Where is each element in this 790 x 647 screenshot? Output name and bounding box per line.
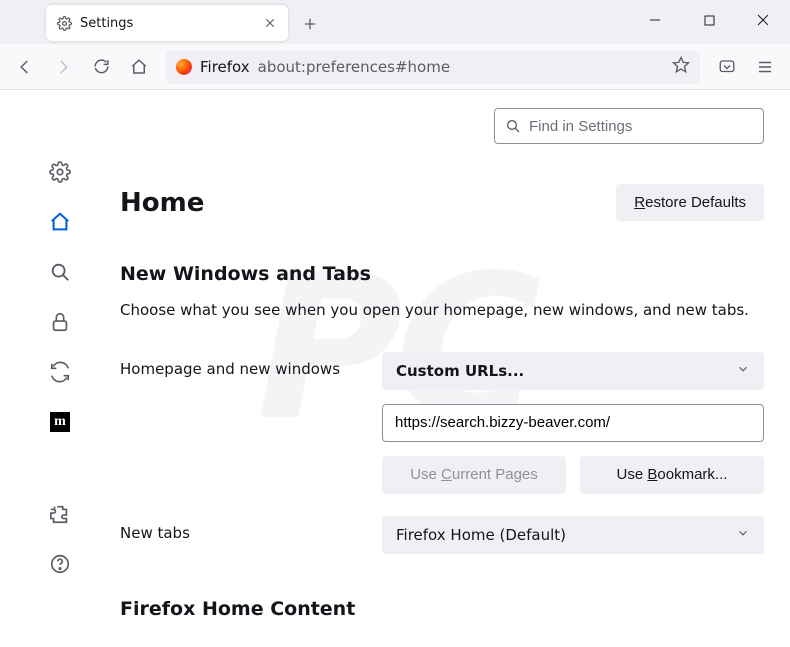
new-tabs-select[interactable]: Firefox Home (Default) bbox=[382, 516, 764, 554]
new-tabs-label: New tabs bbox=[120, 516, 362, 554]
section-new-windows-tabs: New Windows and Tabs bbox=[120, 263, 764, 285]
sidebar-item-extensions[interactable] bbox=[46, 500, 74, 528]
find-in-settings[interactable] bbox=[494, 108, 764, 144]
back-button[interactable] bbox=[8, 50, 42, 84]
homepage-url-input[interactable] bbox=[382, 404, 764, 442]
window-controls bbox=[628, 0, 790, 44]
bookmark-star-icon[interactable] bbox=[672, 56, 690, 78]
window-titlebar: Settings bbox=[0, 0, 790, 44]
browser-toolbar: Firefox about:preferences#home bbox=[0, 44, 790, 90]
page-title: Home bbox=[120, 188, 204, 218]
forward-button bbox=[46, 50, 80, 84]
maximize-button[interactable] bbox=[682, 0, 736, 40]
use-current-pages-button: Use Current Pages bbox=[382, 456, 566, 494]
sidebar-item-help[interactable] bbox=[46, 550, 74, 578]
homepage-label: Homepage and new windows bbox=[120, 352, 362, 494]
search-icon bbox=[505, 118, 521, 134]
home-button[interactable] bbox=[122, 50, 156, 84]
sidebar-item-sync[interactable] bbox=[46, 358, 74, 386]
section-firefox-home-content: Firefox Home Content bbox=[120, 598, 764, 620]
gear-icon bbox=[56, 15, 72, 31]
sidebar-item-more[interactable]: m bbox=[46, 408, 74, 436]
use-bookmark-button[interactable]: Use Bookmark... bbox=[580, 456, 764, 494]
close-icon[interactable] bbox=[262, 15, 278, 31]
close-window-button[interactable] bbox=[736, 0, 790, 40]
find-in-settings-input[interactable] bbox=[529, 118, 753, 135]
address-bar[interactable]: Firefox about:preferences#home bbox=[166, 50, 700, 84]
new-tabs-select-value: Firefox Home (Default) bbox=[396, 526, 566, 544]
app-menu-button[interactable] bbox=[748, 50, 782, 84]
sidebar-item-general[interactable] bbox=[46, 158, 74, 186]
new-tab-button[interactable] bbox=[294, 8, 326, 40]
sidebar-item-privacy[interactable] bbox=[46, 308, 74, 336]
browser-tab-settings[interactable]: Settings bbox=[46, 5, 288, 41]
minimize-button[interactable] bbox=[628, 0, 682, 40]
address-label: Firefox bbox=[200, 58, 250, 76]
m-icon: m bbox=[50, 412, 70, 432]
section-description: Choose what you see when you open your h… bbox=[120, 299, 764, 322]
restore-defaults-button[interactable]: Restore Defaults bbox=[616, 184, 764, 221]
settings-main: Home Restore Defaults New Windows and Ta… bbox=[120, 90, 790, 647]
reload-button[interactable] bbox=[84, 50, 118, 84]
settings-sidebar: m bbox=[0, 90, 120, 647]
sidebar-item-home[interactable] bbox=[46, 208, 74, 236]
save-pocket-button[interactable] bbox=[710, 50, 744, 84]
chevron-down-icon bbox=[736, 526, 750, 544]
tab-title: Settings bbox=[80, 16, 262, 31]
chevron-down-icon bbox=[736, 362, 750, 380]
address-url: about:preferences#home bbox=[258, 58, 450, 76]
sidebar-item-search[interactable] bbox=[46, 258, 74, 286]
homepage-select[interactable]: Custom URLs... bbox=[382, 352, 764, 390]
firefox-icon bbox=[176, 59, 192, 75]
homepage-select-value: Custom URLs... bbox=[396, 362, 524, 380]
